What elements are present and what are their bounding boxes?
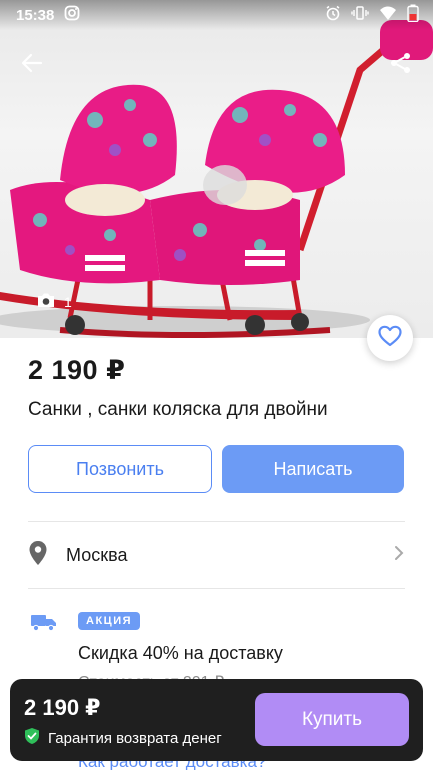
heart-icon <box>378 325 402 352</box>
wifi-icon <box>379 5 397 26</box>
alarm-icon <box>325 5 341 26</box>
share-icon[interactable] <box>381 43 421 83</box>
promo-title: Скидка 40% на доставку <box>78 643 283 663</box>
status-bar: 15:38 <box>0 0 433 30</box>
divider <box>28 588 405 589</box>
promo-badge: АКЦИЯ <box>78 612 141 630</box>
call-button[interactable]: Позвонить <box>28 445 212 493</box>
location-row[interactable]: Москва <box>28 522 405 588</box>
listing-price: 2 190 ₽ <box>28 355 126 385</box>
photo-count: 1 <box>64 293 72 310</box>
chevron-right-icon <box>393 545 405 566</box>
buy-button[interactable]: Купить <box>255 693 409 746</box>
delivery-truck-icon <box>30 612 58 637</box>
location-city: Москва <box>66 544 128 565</box>
shield-check-icon <box>24 727 40 749</box>
money-back-guarantee: Гарантия возврата денег <box>24 727 222 749</box>
buy-bar-price: 2 190 ₽ <box>24 695 101 720</box>
back-arrow-icon[interactable] <box>12 43 52 83</box>
favorite-button[interactable] <box>367 315 413 361</box>
instagram-icon <box>64 5 80 25</box>
guarantee-text: Гарантия возврата денег <box>48 729 222 747</box>
write-button[interactable]: Написать <box>222 445 404 493</box>
camera-icon <box>36 292 56 311</box>
location-pin-icon <box>28 540 48 571</box>
battery-icon <box>407 4 419 27</box>
buy-bar: 2 190 ₽ Гарантия возврата денег Купить <box>10 679 423 761</box>
status-time: 15:38 <box>16 6 55 24</box>
photo-counter: 1 <box>36 292 72 311</box>
vibrate-icon <box>351 5 369 26</box>
listing-title: Санки , санки коляска для двойни <box>28 399 328 420</box>
